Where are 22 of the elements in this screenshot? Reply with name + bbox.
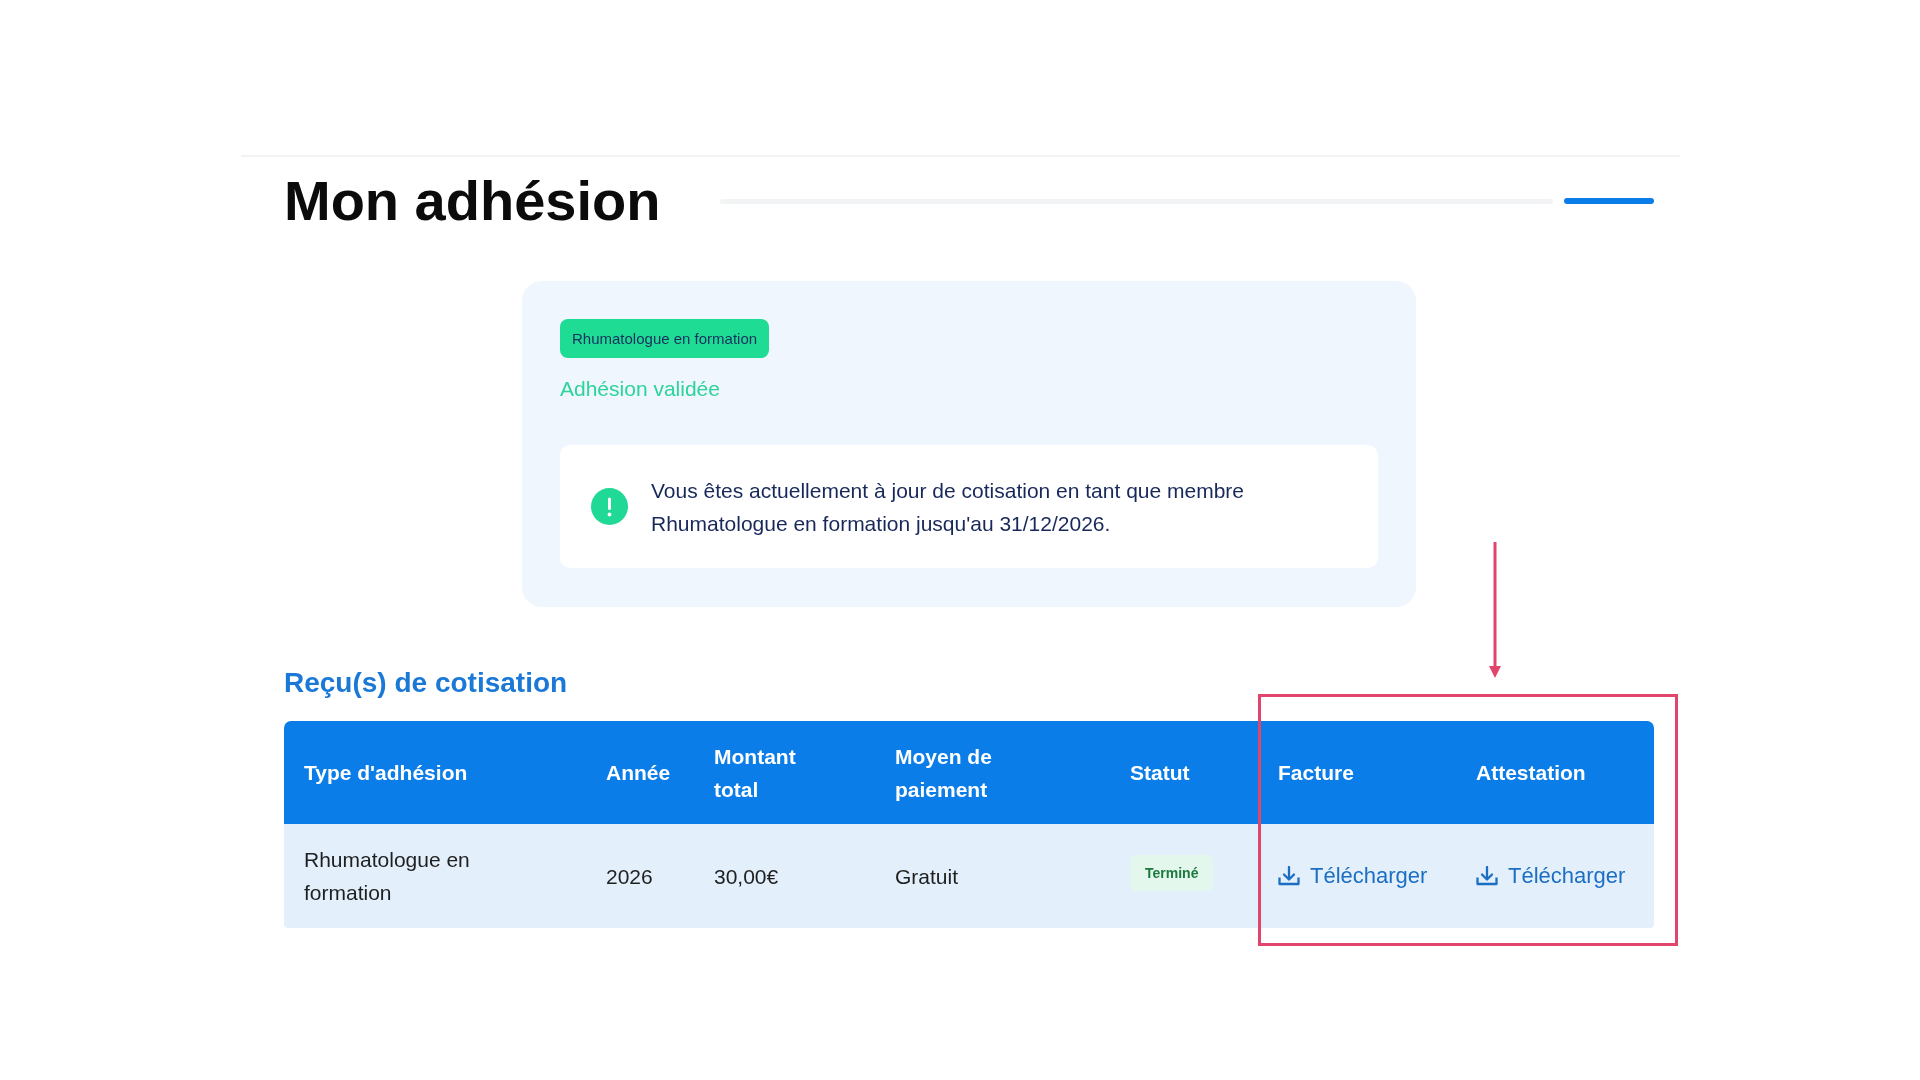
download-link[interactable]: Télécharger <box>1476 861 1626 891</box>
table-cell-text: 30,00€ <box>714 863 779 890</box>
status-badge: Terminé <box>1130 855 1214 891</box>
table-cell-text: 2026 <box>606 863 653 890</box>
column-header: Facture <box>1278 760 1354 786</box>
section-title: Reçu(s) de cotisation <box>284 666 568 700</box>
membership-status: Adhésion validée <box>560 376 720 402</box>
download-link[interactable]: Télécharger <box>1278 861 1428 891</box>
column-header: Montant total <box>714 743 797 803</box>
download-icon <box>1278 866 1300 886</box>
table-cell-text: Rhumatologue en formation <box>304 847 471 906</box>
page-title: Mon adhésion <box>284 168 661 234</box>
membership-type-tag: Rhumatologue en formation <box>560 319 770 358</box>
column-header: Attestation <box>1476 760 1586 786</box>
exclamation-icon <box>591 488 628 525</box>
column-header: Moyen de paiement <box>895 743 993 803</box>
notice-text: Vous êtes actuellement à jour de cotisation en tant que membre Rhumatologue en formation jusqu'au 31/12/2026. <box>651 477 1246 537</box>
table-cell-text: Gratuit <box>895 863 959 890</box>
column-header: Type d'adhésion <box>304 760 468 786</box>
column-header: Statut <box>1130 760 1190 786</box>
column-header: Année <box>606 760 671 786</box>
download-icon <box>1476 866 1498 886</box>
